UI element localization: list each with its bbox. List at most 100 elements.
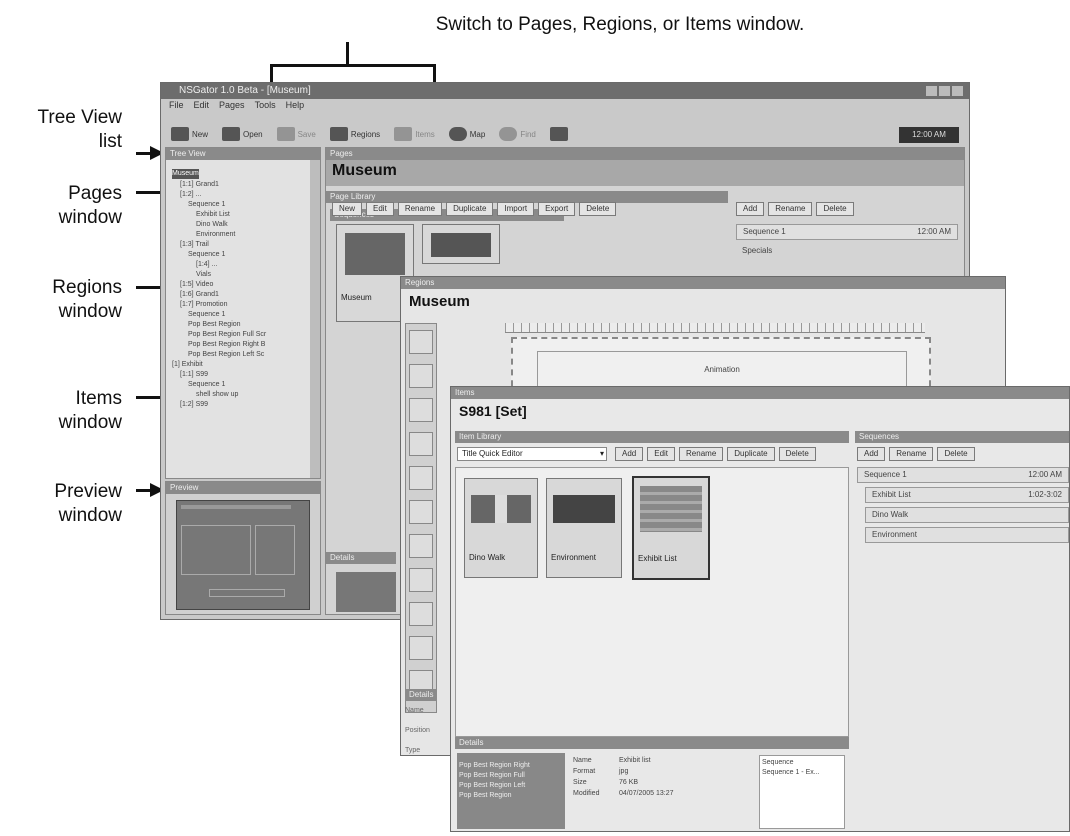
details-list-item[interactable]: Pop Best Region [459, 791, 563, 801]
region-animation[interactable]: Animation [537, 351, 907, 391]
page-thumbnail-2[interactable] [422, 224, 500, 264]
tree-item[interactable]: Exhibit List [172, 210, 314, 220]
open-button[interactable]: Open [222, 127, 263, 141]
clock-icon[interactable] [409, 568, 433, 592]
callout-pages: Pages window [58, 183, 122, 228]
items-delete-sequence-button[interactable]: Delete [937, 447, 975, 461]
items-sequence-row[interactable]: Sequence 1 12:00 AM [857, 467, 1069, 483]
menu-file[interactable]: File [169, 99, 184, 111]
window-controls[interactable] [926, 86, 963, 96]
tree-item[interactable]: [1:1] S99 [172, 370, 314, 380]
items-header: Items [451, 387, 1069, 399]
tree-item[interactable]: Pop Best Region Left Sc [172, 350, 314, 360]
callout-tree-view: Tree View list [37, 107, 122, 152]
regions-position-label: Position [405, 727, 430, 734]
tree-item[interactable]: [1:1] Grand1 [172, 180, 314, 190]
page-icon[interactable] [409, 432, 433, 456]
tree-item[interactable]: [1:5] Video [172, 280, 314, 290]
tree-item[interactable]: Sequence 1 [172, 380, 314, 390]
map-button[interactable]: Map [448, 127, 485, 141]
tree-item[interactable]: [1:4] ... [172, 260, 314, 270]
tree-item[interactable]: Sequence 1 [172, 200, 314, 210]
sequence-item-dino-walk[interactable]: Dino Walk [865, 507, 1069, 523]
menu-help[interactable]: Help [286, 99, 305, 111]
rename-item-button[interactable]: Rename [679, 447, 724, 461]
text-frame-icon[interactable] [409, 500, 433, 524]
delete-item-button[interactable]: Delete [778, 447, 816, 461]
item-type-dropdown[interactable]: Title Quick Editor ▾ [457, 447, 607, 461]
tree-item[interactable]: Dino Walk [172, 220, 314, 230]
tree-view-list: Museum [1:1] Grand1 [1:2] ... Sequence 1 Exh… [166, 160, 320, 412]
sequence-list-item[interactable]: Sequence 1 - Ex... [762, 768, 842, 778]
regions-type-label: Type [405, 747, 421, 754]
tree-item[interactable]: shell show up [172, 390, 314, 400]
tree-item[interactable]: Environment [172, 230, 314, 240]
tree-scrollbar[interactable] [310, 160, 320, 478]
details-list-item[interactable]: Pop Best Region Full [459, 771, 563, 781]
item-thumbnail-environment[interactable]: Environment [546, 478, 622, 578]
item-thumbnail-dino-walk[interactable]: Dino Walk [464, 478, 538, 578]
tree-item[interactable]: [1:6] Grand1 [172, 290, 314, 300]
item-thumbnail-exhibit-list[interactable]: Exhibit List [632, 476, 710, 580]
items-add-sequence-button[interactable]: Add [857, 447, 886, 461]
tree-item[interactable]: Pop Best Region Right B [172, 340, 314, 350]
edit-page-button[interactable]: Edit [366, 202, 394, 216]
items-button[interactable]: Items [394, 127, 435, 141]
add-sequence-button[interactable]: Add [736, 202, 765, 216]
sequence-item-exhibit-list[interactable]: Exhibit List 1:02-3:02 [865, 487, 1069, 503]
text-icon[interactable] [409, 398, 433, 422]
duplicate-item-button[interactable]: Duplicate [727, 447, 775, 461]
preview-header: Preview [166, 482, 320, 494]
pointer-icon[interactable] [409, 330, 433, 354]
tree-item[interactable]: Sequence 1 [172, 310, 314, 320]
edit-item-button[interactable]: Edit [647, 447, 676, 461]
save-icon [276, 127, 295, 141]
tree-item[interactable]: [1] Exhibit [172, 360, 314, 370]
add-item-button[interactable]: Add [615, 447, 644, 461]
map-icon [448, 127, 467, 141]
delete-page-button[interactable]: Delete [579, 202, 617, 216]
clipboard-icon[interactable] [409, 466, 433, 490]
export-page-button[interactable]: Export [538, 202, 576, 216]
details-list-item[interactable]: Pop Best Region Right [459, 761, 563, 771]
sequence-item-environment[interactable]: Environment [865, 527, 1069, 543]
specials-label: Specials [742, 246, 773, 255]
tree-item[interactable]: [1:2] S99 [172, 400, 314, 410]
rename-page-button[interactable]: Rename [397, 202, 443, 216]
globe-icon[interactable] [409, 636, 433, 660]
rename-sequence-button[interactable]: Rename [768, 202, 813, 216]
film-icon[interactable] [409, 534, 433, 558]
speaker-icon[interactable] [409, 602, 433, 626]
toolbar: New Open Save Regions Items Map Find [171, 127, 568, 141]
settings-button[interactable] [549, 127, 568, 141]
tree-item[interactable]: [1:7] Promotion [172, 300, 314, 310]
tree-item[interactable]: Museum [172, 169, 199, 179]
find-button[interactable]: Find [499, 127, 536, 141]
regions-ruler [505, 323, 925, 333]
new-button[interactable]: New [171, 127, 208, 141]
tree-item[interactable]: Pop Best Region [172, 320, 314, 330]
preview-thumbnail [176, 500, 310, 610]
items-details-list: Pop Best Region Right Pop Best Region Fu… [457, 753, 565, 829]
open-icon [222, 127, 241, 141]
regions-button[interactable]: Regions [329, 127, 380, 141]
menu-edit[interactable]: Edit [194, 99, 210, 111]
items-details-props: Name Exhibit list Format jpg Size 76 KB Mod… [573, 757, 674, 797]
new-page-button[interactable]: New [332, 202, 363, 216]
items-rename-sequence-button[interactable]: Rename [889, 447, 934, 461]
menu-tools[interactable]: Tools [255, 99, 276, 111]
tree-item[interactable]: [1:2] ... [172, 190, 314, 200]
tree-item[interactable]: Pop Best Region Full Scr [172, 330, 314, 340]
duplicate-page-button[interactable]: Duplicate [446, 202, 494, 216]
tree-item[interactable]: Vials [172, 270, 314, 280]
menu-pages[interactable]: Pages [219, 99, 245, 111]
tree-item[interactable]: Sequence 1 [172, 250, 314, 260]
camera-icon[interactable] [409, 364, 433, 388]
pages-sequence-row[interactable]: Sequence 1 12:00 AM [736, 224, 958, 240]
save-button[interactable]: Save [276, 127, 316, 141]
import-page-button[interactable]: Import [497, 202, 535, 216]
regions-tool-palette [405, 323, 437, 713]
details-list-item[interactable]: Pop Best Region Left [459, 781, 563, 791]
tree-item[interactable]: [1:3] Trail [172, 240, 314, 250]
delete-sequence-button[interactable]: Delete [816, 202, 854, 216]
